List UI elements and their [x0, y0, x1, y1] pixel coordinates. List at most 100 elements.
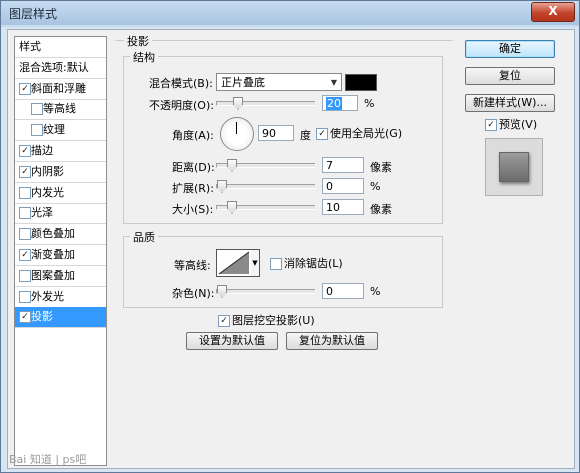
- noise-slider[interactable]: [216, 285, 315, 298]
- global-light-check: ✓: [316, 128, 328, 140]
- angle-dial-hand: [236, 122, 237, 134]
- knockout-checkbox[interactable]: ✓ 图层挖空投影(U): [218, 314, 315, 328]
- size-value: 10: [326, 201, 340, 214]
- global-light-checkbox[interactable]: ✓ 使用全局光(G): [316, 127, 402, 141]
- structure-title: 结构: [130, 49, 158, 65]
- drop-shadow-title: 投影: [124, 33, 152, 49]
- sidebar-item-checkbox[interactable]: ✓: [19, 249, 31, 261]
- sidebar-item[interactable]: 颜色叠加: [15, 224, 106, 244]
- sidebar-item-checkbox[interactable]: [19, 186, 31, 199]
- blend-mode-select[interactable]: 正片叠底 ▼: [216, 73, 342, 91]
- global-light-label: 使用全局光(G): [330, 127, 403, 140]
- angle-unit: 度: [300, 129, 311, 142]
- sidebar-item[interactable]: 等高线: [15, 99, 106, 119]
- angle-dial[interactable]: [220, 117, 254, 151]
- distance-slider-handle[interactable]: [227, 159, 237, 172]
- distance-unit: 像素: [370, 161, 392, 174]
- sidebar-item[interactable]: ✓ 描边: [15, 141, 106, 161]
- opacity-input[interactable]: 20: [322, 95, 358, 111]
- sidebar-item[interactable]: 混合选项:默认: [15, 58, 106, 78]
- sidebar-item[interactable]: 纹理: [15, 120, 106, 140]
- noise-slider-handle[interactable]: [217, 285, 227, 298]
- distance-input[interactable]: 7: [322, 157, 364, 173]
- sidebar-item-checkbox[interactable]: [31, 103, 43, 116]
- ok-button[interactable]: 确定: [465, 40, 555, 58]
- sidebar-item-label: 投影: [31, 310, 53, 324]
- quality-group: 品质 等高线: ▼ 消除锯齿(L) 杂色(N): 0 %: [123, 229, 443, 308]
- sidebar-item-checkbox[interactable]: ✓: [19, 311, 31, 324]
- contour-picker[interactable]: [216, 249, 252, 277]
- angle-input[interactable]: 90: [258, 125, 294, 141]
- sidebar-item-label: 斜面和浮雕: [31, 81, 86, 95]
- contour-curve-icon: [218, 251, 250, 275]
- close-button[interactable]: X: [531, 2, 575, 22]
- size-slider[interactable]: [216, 201, 315, 214]
- angle-label: 角度(A):: [172, 129, 214, 142]
- spread-slider[interactable]: [216, 180, 315, 193]
- opacity-value: 20: [326, 97, 342, 110]
- window-title: 图层样式: [9, 7, 58, 21]
- blend-mode-label: 混合模式(B):: [149, 77, 213, 90]
- sidebar-item[interactable]: 外发光: [15, 287, 106, 307]
- quality-title: 品质: [130, 229, 158, 245]
- noise-label: 杂色(N):: [172, 287, 215, 300]
- sidebar-item[interactable]: 图案叠加: [15, 266, 106, 286]
- sidebar-divider: [15, 327, 106, 329]
- sidebar-item-label: 混合选项:默认: [19, 60, 89, 74]
- sidebar-item[interactable]: ✓ 投影: [15, 307, 106, 328]
- sidebar-item[interactable]: 内发光: [15, 183, 106, 203]
- new-style-button[interactable]: 新建样式(W)...: [465, 94, 555, 112]
- noise-input[interactable]: 0: [322, 283, 364, 299]
- sidebar-item-label: 纹理: [43, 123, 65, 137]
- sidebar-item-checkbox[interactable]: [19, 290, 31, 303]
- sidebar-item[interactable]: ✓ 内阴影: [15, 162, 106, 182]
- spread-value: 0: [326, 180, 333, 193]
- chevron-down-icon: ▼: [330, 78, 337, 87]
- distance-label: 距离(D):: [172, 161, 215, 174]
- sidebar-item-checkbox[interactable]: [31, 124, 43, 137]
- sidebar-item[interactable]: ✓ 斜面和浮雕: [15, 79, 106, 99]
- reset-button[interactable]: 复位: [465, 67, 555, 85]
- spread-slider-handle[interactable]: [217, 180, 227, 193]
- size-slider-handle[interactable]: [227, 201, 237, 214]
- sidebar-item-label: 渐变叠加: [31, 248, 75, 261]
- make-default-button[interactable]: 设置为默认值: [186, 332, 278, 350]
- sidebar-item[interactable]: 光泽: [15, 203, 106, 223]
- opacity-slider-handle[interactable]: [233, 97, 243, 110]
- size-input[interactable]: 10: [322, 199, 364, 215]
- style-list: 样式 混合选项:默认 ✓ 斜面和浮雕 等高线 纹理 ✓ 描边 ✓ 内阴影 内发光 光泽 颜色叠加 ✓ 渐变叠…: [14, 36, 107, 466]
- sidebar-item[interactable]: 样式: [15, 37, 106, 57]
- knockout-check: ✓: [218, 315, 230, 327]
- preview-checkbox[interactable]: ✓ 预览(V): [485, 118, 537, 132]
- reset-default-button[interactable]: 复位为默认值: [286, 332, 378, 350]
- sidebar-item-checkbox[interactable]: [19, 207, 31, 220]
- distance-slider[interactable]: [216, 159, 315, 172]
- preview-swatch: [499, 152, 529, 182]
- blend-mode-value: 正片叠底: [221, 76, 265, 89]
- preview-check: ✓: [485, 119, 497, 131]
- sidebar-item-checkbox[interactable]: [19, 228, 31, 241]
- sidebar-item-label: 图案叠加: [31, 268, 75, 282]
- contour-label: 等高线:: [174, 259, 211, 272]
- shadow-color-swatch[interactable]: [345, 74, 377, 91]
- sidebar-item-checkbox[interactable]: [19, 269, 31, 282]
- sidebar-item-checkbox[interactable]: ✓: [19, 82, 31, 95]
- spread-unit: %: [370, 180, 381, 193]
- structure-group: 结构 混合模式(B): 正片叠底 ▼ 不透明度(O): 20 % 角度(A): …: [123, 49, 443, 224]
- opacity-slider[interactable]: [216, 97, 315, 110]
- noise-value: 0: [326, 285, 333, 298]
- spread-input[interactable]: 0: [322, 178, 364, 194]
- contour-dropdown-button[interactable]: ▼: [251, 249, 260, 277]
- knockout-label: 图层挖空投影(U): [232, 314, 315, 327]
- layer-style-dialog: 图层样式 X 样式 混合选项:默认 ✓ 斜面和浮雕 等高线 纹理 ✓ 描边 ✓ 内阴影 内发光 光泽颜…: [0, 0, 580, 473]
- angle-value: 90: [262, 127, 276, 140]
- watermark: Bai 知道 | ps吧: [9, 453, 87, 466]
- sidebar-item-label: 内发光: [31, 185, 64, 199]
- opacity-label: 不透明度(O):: [149, 99, 214, 112]
- sidebar-item-label: 描边: [31, 144, 53, 157]
- sidebar-item-label: 光泽: [31, 206, 53, 220]
- sidebar-item-checkbox[interactable]: ✓: [19, 145, 31, 157]
- sidebar-item[interactable]: ✓ 渐变叠加: [15, 245, 106, 265]
- anti-alias-checkbox[interactable]: 消除锯齿(L): [270, 257, 343, 271]
- sidebar-item-checkbox[interactable]: ✓: [19, 165, 31, 178]
